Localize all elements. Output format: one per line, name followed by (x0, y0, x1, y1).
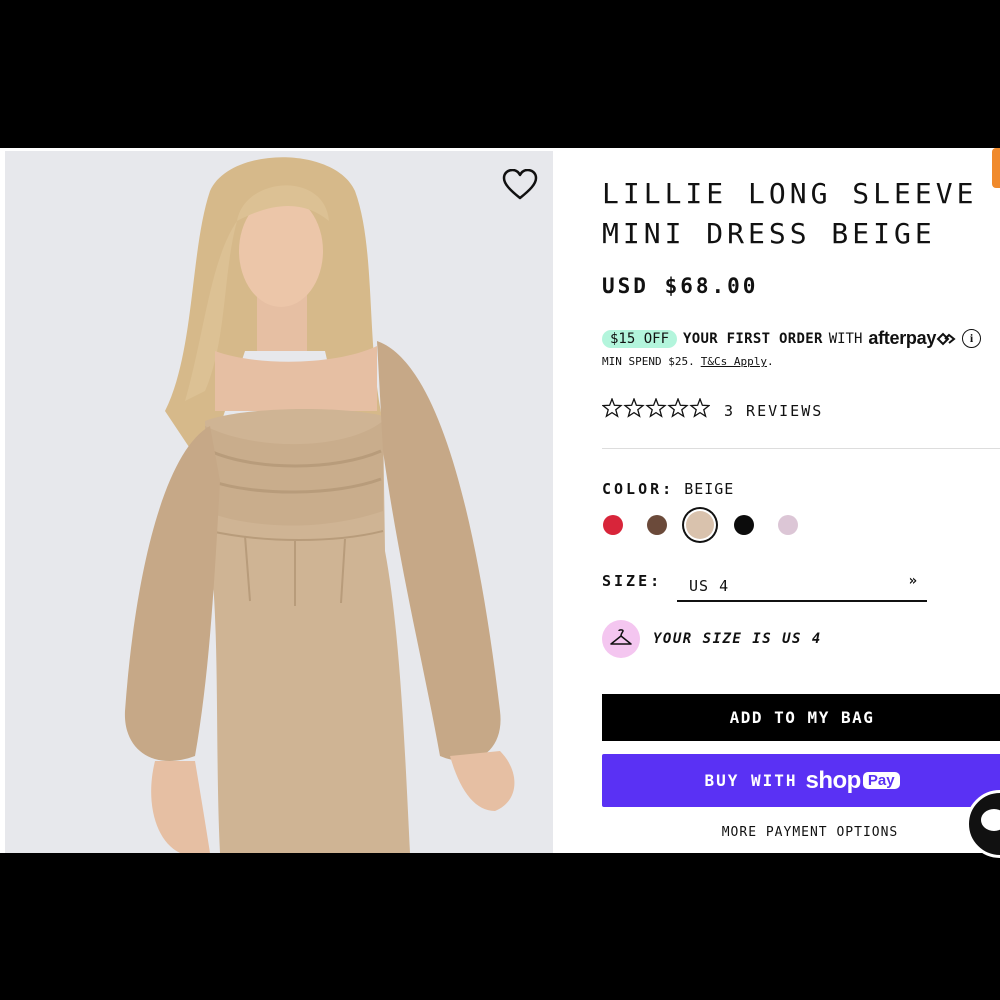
afterpay-logo: afterpay (868, 328, 937, 348)
shop-logo: shop (805, 766, 862, 794)
pay-logo: Pay (862, 772, 900, 789)
stars-icon (601, 397, 711, 418)
size-value: US 4 (689, 577, 730, 595)
swatch-brown[interactable] (647, 515, 667, 535)
model-illustration (5, 151, 553, 853)
swatch-red[interactable] (603, 515, 623, 535)
buy-with-label: BUY WITH (704, 771, 798, 790)
fit-message: YOUR SIZE IS US 4 (653, 631, 822, 647)
min-spend-text: MIN SPEND $25. (602, 355, 695, 368)
afterpay-arrows-icon (936, 332, 956, 345)
promo-with: WITH (828, 330, 863, 347)
chevron-down-icon: » (908, 573, 917, 589)
product-title-line1: LILLIE LONG SLEEVE (602, 177, 978, 210)
swatch-lilac[interactable] (778, 515, 798, 535)
wishlist-heart-icon[interactable] (502, 169, 542, 205)
hanger-icon (602, 620, 640, 658)
product-title: LILLIE LONG SLEEVE MINI DRESS BEIGE (602, 174, 982, 254)
chat-bubble-icon (981, 809, 1000, 831)
more-payment-options-link[interactable]: MORE PAYMENT OPTIONS (602, 825, 1000, 840)
add-to-bag-button[interactable]: ADD TO MY BAG (602, 694, 1000, 741)
color-label: COLOR: (602, 480, 675, 498)
size-recommendation: YOUR SIZE IS US 4 (602, 620, 822, 658)
product-photo (5, 151, 553, 853)
color-value: BEIGE (684, 480, 735, 498)
size-select[interactable]: US 4 » (677, 572, 927, 602)
rating-row[interactable]: 3 REVIEWS (601, 397, 823, 423)
terms-link[interactable]: T&Cs Apply (701, 355, 767, 368)
side-tab[interactable] (992, 148, 1000, 188)
star-rating-icon (601, 397, 711, 423)
promo-badge: $15 OFF (602, 329, 678, 348)
swatch-black[interactable] (734, 515, 754, 535)
product-info: LILLIE LONG SLEEVE MINI DRESS BEIGE USD … (601, 148, 1000, 853)
afterpay-promo: $15 OFF YOUR FIRST ORDER WITH afterpay i (602, 328, 982, 349)
swatch-beige[interactable] (686, 511, 714, 539)
size-label: SIZE: (602, 572, 663, 590)
info-icon[interactable]: i (962, 329, 982, 348)
product-page: LILLIE LONG SLEEVE MINI DRESS BEIGE USD … (0, 148, 1000, 853)
min-spend-note: MIN SPEND $25. T&Cs Apply. (602, 355, 774, 368)
product-price: USD $68.00 (602, 274, 759, 298)
reviews-count[interactable]: 3 REVIEWS (724, 402, 823, 420)
shop-pay-button[interactable]: BUY WITH shop Pay (602, 754, 1000, 807)
product-title-line2: MINI DRESS BEIGE (602, 217, 936, 250)
color-label-row: COLOR: BEIGE (602, 480, 734, 498)
terms-suffix: . (766, 355, 774, 368)
promo-text: YOUR FIRST ORDER (683, 330, 823, 347)
divider (602, 448, 1000, 449)
